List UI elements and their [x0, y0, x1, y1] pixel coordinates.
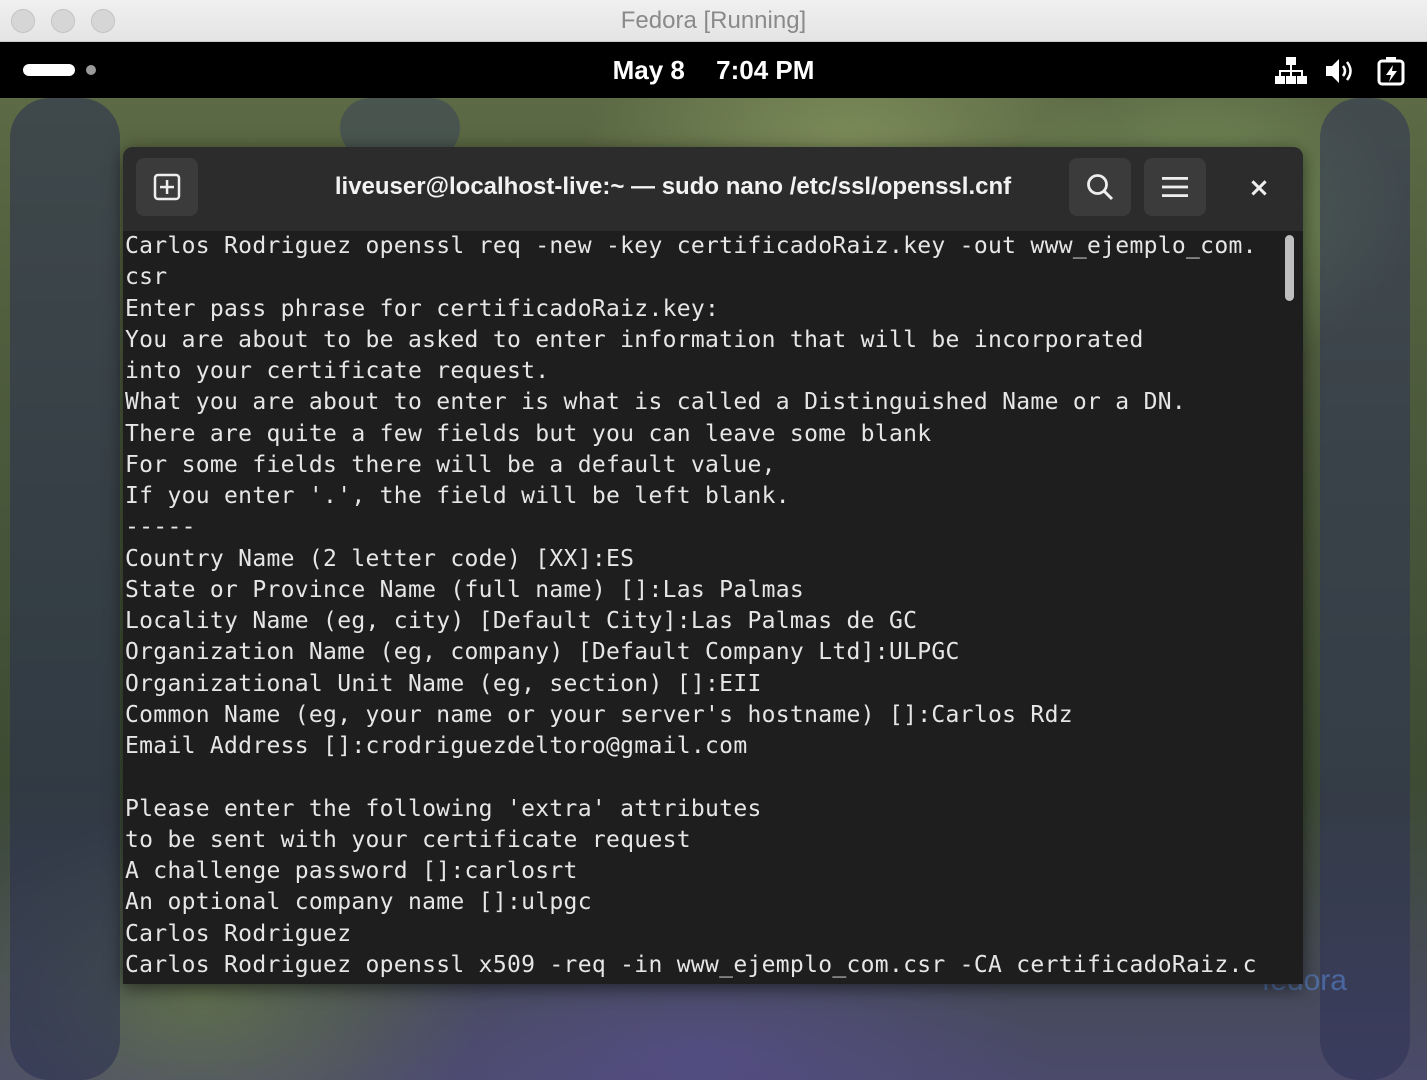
wallpaper-tree-trunk [1320, 98, 1410, 1080]
terminal-line: Common Name (eg, your name or your serve… [125, 701, 1073, 728]
new-tab-icon [153, 173, 181, 201]
terminal-line: For some fields there will be a default … [125, 451, 776, 478]
terminal-title: liveuser@localhost-live:~ — sudo nano /e… [334, 173, 1012, 200]
search-button[interactable] [1069, 158, 1131, 216]
clock-date: May 8 [612, 55, 685, 85]
terminal-line: A challenge password []:carlosrt [125, 858, 578, 884]
terminal-line: Enter pass phrase for certificadoRaiz.ke… [125, 295, 720, 322]
terminal-line: Locality Name (eg, city) [Default City]:… [125, 608, 918, 634]
terminal-window[interactable]: liveuser@localhost-live:~ — sudo nano /e… [123, 147, 1303, 984]
terminal-line: An optional company name []:ulpgc [125, 889, 592, 916]
terminal-line: If you enter '.', the field will be left… [125, 483, 790, 509]
terminal-line: Country Name (2 letter code) [XX]:ES [125, 545, 635, 572]
terminal-output[interactable]: Carlos Rodriguez openssl req -new -key c… [125, 231, 1277, 984]
terminal-line: Organizational Unit Name (eg, section) [… [125, 670, 762, 697]
menu-button[interactable] [1144, 158, 1206, 216]
terminal-line: Please enter the following 'extra' attri… [125, 795, 762, 822]
terminal-header-bar[interactable]: liveuser@localhost-live:~ — sudo nano /e… [123, 147, 1303, 231]
close-button[interactable]: × [1240, 169, 1278, 207]
scrollbar-thumb[interactable] [1285, 235, 1294, 301]
gnome-top-bar: May 8 7:04 PM [0, 42, 1427, 98]
network-icon[interactable] [1275, 56, 1307, 86]
terminal-line: You are about to be asked to enter infor… [125, 326, 1144, 353]
new-tab-button[interactable] [136, 158, 198, 216]
terminal-line: There are quite a few fields but you can… [125, 420, 932, 447]
wallpaper-tree-trunk [10, 98, 120, 1080]
host-title-bar: Fedora [Running] [0, 0, 1427, 42]
search-icon [1087, 174, 1114, 201]
terminal-line: ----- [125, 514, 196, 541]
terminal-line: Carlos Rodriguez [125, 920, 352, 947]
terminal-line: csr [125, 264, 168, 291]
clock[interactable]: May 8 7:04 PM [0, 42, 1427, 98]
terminal-line: What you are about to enter is what is c… [125, 389, 1187, 416]
terminal-line: State or Province Name (full name) []:La… [125, 576, 805, 603]
terminal-line: Carlos Rodriguez openssl req -new -key c… [125, 233, 1257, 259]
terminal-line: Carlos Rodriguez openssl x509 -req -in w… [125, 951, 1257, 978]
clock-time: 7:04 PM [716, 55, 815, 85]
terminal-line: to be sent with your certificate request [125, 826, 691, 853]
host-window-title: Fedora [Running] [620, 7, 807, 34]
volume-icon[interactable] [1324, 56, 1356, 86]
terminal-line: into your certificate request. [125, 358, 550, 384]
terminal-line: Organization Name (eg, company) [Default… [125, 639, 960, 666]
terminal-line: Email Address []:crodriguezdeltoro@gmail… [125, 733, 748, 759]
hamburger-menu-icon [1162, 177, 1188, 197]
battery-icon[interactable] [1376, 56, 1408, 86]
scrollbar[interactable] [1281, 233, 1297, 981]
